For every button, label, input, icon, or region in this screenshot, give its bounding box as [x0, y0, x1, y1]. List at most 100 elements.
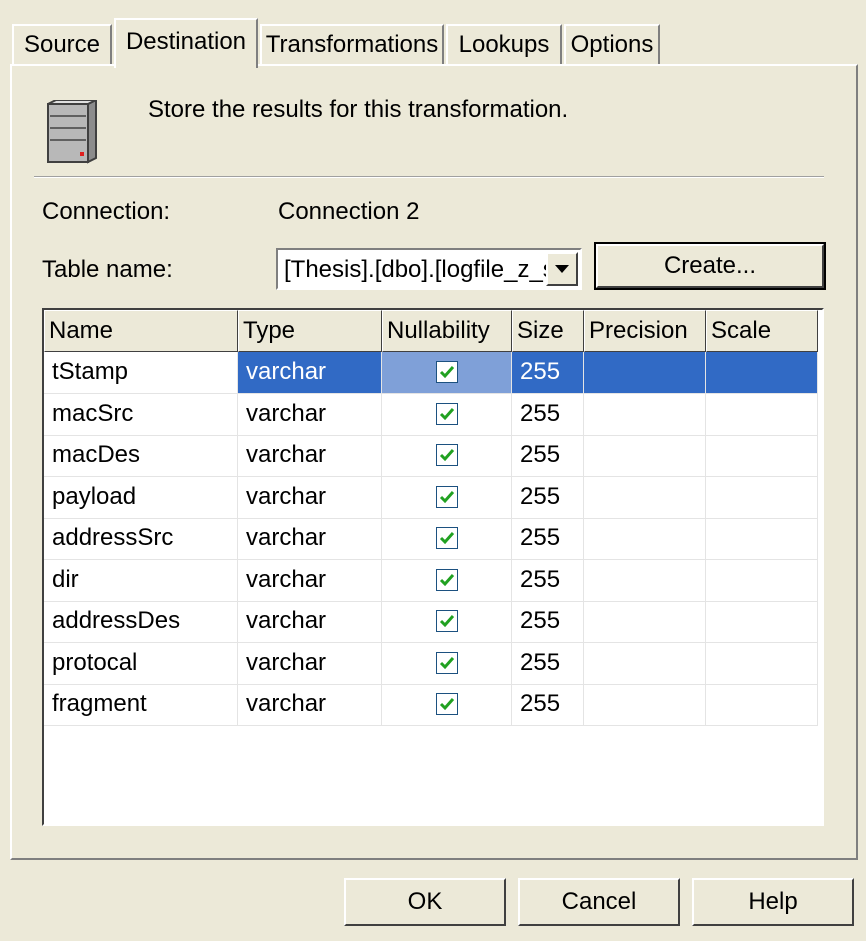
tab-source[interactable]: Source: [12, 24, 112, 66]
cell-scale[interactable]: [706, 518, 818, 560]
nullability-checkbox[interactable]: [435, 361, 458, 383]
cell-type[interactable]: varchar: [238, 642, 382, 685]
cell-precision[interactable]: [584, 684, 706, 726]
cancel-button[interactable]: Cancel: [518, 878, 680, 926]
grid-header: Name Type Nullability Size Precision Sca…: [44, 310, 822, 352]
nullability-checkbox[interactable]: [435, 693, 458, 715]
cell-nullability[interactable]: [382, 601, 512, 643]
cell-precision[interactable]: [584, 393, 706, 436]
create-button[interactable]: Create...: [594, 242, 826, 290]
table-name-value: [Thesis].[dbo].[logfile_z_s: [284, 256, 548, 283]
checkmark-icon: [439, 698, 454, 711]
cell-size[interactable]: 255: [512, 559, 584, 602]
cell-scale[interactable]: [706, 684, 818, 726]
cell-name: addressDes: [44, 601, 238, 643]
nullability-checkbox[interactable]: [435, 568, 458, 591]
checkmark-icon: [439, 532, 454, 545]
cell-size[interactable]: 255: [512, 435, 584, 477]
cell-scale[interactable]: [706, 642, 818, 685]
cell-nullability[interactable]: [382, 435, 512, 477]
chevron-down-icon: [555, 265, 569, 273]
table-row[interactable]: addressDes varchar 255: [44, 601, 818, 643]
checkmark-icon: [439, 366, 454, 379]
cell-name: protocal: [44, 642, 238, 685]
cell-scale[interactable]: [706, 476, 818, 519]
separator: [34, 176, 824, 178]
cell-scale[interactable]: [706, 601, 818, 643]
cell-precision[interactable]: [584, 476, 706, 519]
nullability-checkbox[interactable]: [435, 485, 458, 508]
cell-precision[interactable]: [584, 435, 706, 477]
table-row[interactable]: fragment varchar 255: [44, 684, 818, 726]
nullability-checkbox[interactable]: [435, 651, 458, 674]
nullability-checkbox[interactable]: [435, 402, 458, 425]
columns-grid[interactable]: Name Type Nullability Size Precision Sca…: [42, 308, 824, 826]
cell-scale[interactable]: [706, 393, 818, 436]
cell-scale[interactable]: [706, 352, 818, 394]
nullability-checkbox[interactable]: [435, 610, 458, 632]
tab-destination[interactable]: Destination: [114, 18, 258, 68]
tab-lookups[interactable]: Lookups: [446, 24, 562, 66]
cell-size[interactable]: 255: [512, 684, 584, 726]
column-header-type[interactable]: Type: [238, 310, 382, 352]
dropdown-button[interactable]: [546, 252, 578, 286]
table-row[interactable]: macDes varchar 255: [44, 435, 818, 477]
table-row[interactable]: tStamp varchar 255: [44, 352, 818, 394]
cell-nullability[interactable]: [382, 393, 512, 436]
column-header-size[interactable]: Size: [512, 310, 584, 352]
nullability-checkbox[interactable]: [435, 444, 458, 466]
cell-name: fragment: [44, 684, 238, 726]
table-row[interactable]: addressSrc varchar 255: [44, 518, 818, 560]
cell-type[interactable]: varchar: [238, 518, 382, 560]
cell-size[interactable]: 255: [512, 601, 584, 643]
cell-nullability[interactable]: [382, 684, 512, 726]
cell-size[interactable]: 255: [512, 352, 584, 394]
cell-precision[interactable]: [584, 559, 706, 602]
checkmark-icon: [439, 573, 454, 586]
table-row[interactable]: macSrc varchar 255: [44, 393, 818, 436]
cell-size[interactable]: 255: [512, 476, 584, 519]
cell-type[interactable]: varchar: [238, 393, 382, 436]
cell-nullability[interactable]: [382, 352, 512, 394]
cell-precision[interactable]: [584, 642, 706, 685]
cell-type[interactable]: varchar: [238, 352, 382, 394]
cell-nullability[interactable]: [382, 642, 512, 685]
column-header-nullability[interactable]: Nullability: [382, 310, 512, 352]
cell-precision[interactable]: [584, 601, 706, 643]
cell-precision[interactable]: [584, 352, 706, 394]
checkmark-icon: [439, 490, 454, 503]
cell-scale[interactable]: [706, 435, 818, 477]
column-header-name[interactable]: Name: [44, 310, 238, 352]
connection-value: Connection 2: [278, 198, 420, 225]
cell-size[interactable]: 255: [512, 642, 584, 685]
cell-type[interactable]: varchar: [238, 601, 382, 643]
cell-size[interactable]: 255: [512, 393, 584, 436]
tab-options[interactable]: Options: [564, 24, 660, 66]
cell-type[interactable]: varchar: [238, 435, 382, 477]
cell-precision[interactable]: [584, 518, 706, 560]
column-header-scale[interactable]: Scale: [706, 310, 818, 352]
column-header-precision[interactable]: Precision: [584, 310, 706, 352]
help-button[interactable]: Help: [692, 878, 854, 926]
cell-nullability[interactable]: [382, 518, 512, 560]
cell-scale[interactable]: [706, 559, 818, 602]
cell-type[interactable]: varchar: [238, 476, 382, 519]
cell-name: macSrc: [44, 393, 238, 436]
table-row[interactable]: protocal varchar 255: [44, 642, 818, 685]
table-row[interactable]: payload varchar 255: [44, 476, 818, 519]
checkmark-icon: [439, 615, 454, 628]
checkmark-icon: [439, 656, 454, 669]
ok-button[interactable]: OK: [344, 878, 506, 926]
checkmark-icon: [439, 449, 454, 462]
table-row[interactable]: dir varchar 255: [44, 559, 818, 602]
cell-nullability[interactable]: [382, 476, 512, 519]
nullability-checkbox[interactable]: [435, 527, 458, 549]
tab-transformations[interactable]: Transformations: [260, 24, 444, 66]
cell-type[interactable]: varchar: [238, 559, 382, 602]
cell-type[interactable]: varchar: [238, 684, 382, 726]
cell-nullability[interactable]: [382, 559, 512, 602]
checkmark-icon: [439, 407, 454, 420]
cell-name: payload: [44, 476, 238, 519]
table-name-combobox[interactable]: [Thesis].[dbo].[logfile_z_s: [276, 248, 582, 290]
cell-size[interactable]: 255: [512, 518, 584, 560]
